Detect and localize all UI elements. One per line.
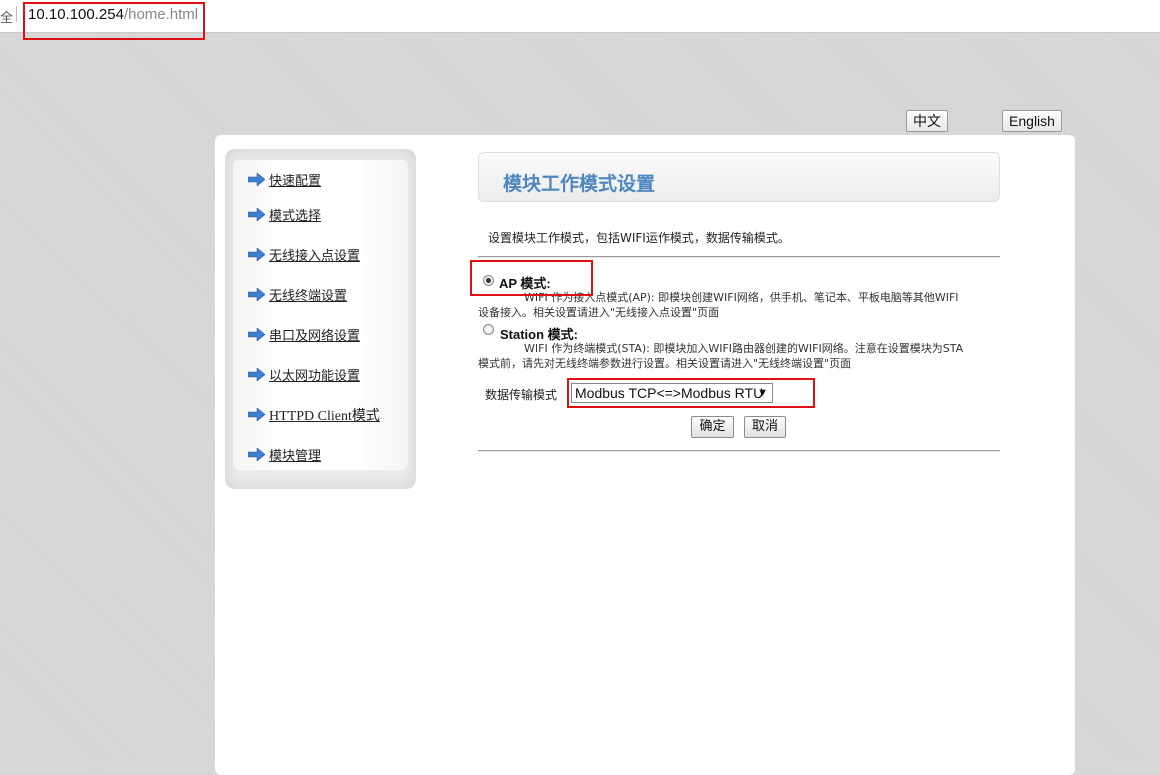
station-mode-radio[interactable] (483, 324, 494, 335)
url-highlight-box (23, 2, 205, 40)
arrow-right-icon (248, 368, 265, 381)
divider-bottom (478, 450, 1000, 452)
address-divider (16, 6, 17, 22)
page-description: 设置模块工作模式，包括WIFI运作模式，数据传输模式。 (488, 231, 790, 245)
content-header: 模块工作模式设置 (478, 152, 1000, 202)
sidebar-item-label: 快速配置 (269, 174, 322, 189)
confirm-button[interactable]: 确定 (691, 416, 734, 438)
transfer-mode-highlight-box (567, 378, 815, 408)
arrow-right-icon (248, 248, 265, 261)
sidebar-item-label: 串口及网络设置 (269, 329, 361, 344)
page-title: 模块工作模式设置 (503, 173, 656, 195)
arrow-right-icon (248, 288, 265, 301)
ap-mode-desc-line2: 设备接入。相关设置请进入"无线接入点设置"页面 (478, 306, 720, 319)
cancel-button[interactable]: 取消 (744, 416, 786, 438)
arrow-right-icon (248, 173, 265, 186)
browser-address-bar: 全 10.10.100.254/home.html (0, 0, 1160, 40)
arrow-right-icon (248, 208, 265, 221)
arrow-right-icon (248, 408, 265, 421)
ap-mode-highlight-box (470, 260, 593, 296)
station-mode-desc-line2: 模式前，请先对无线终端参数进行设置。相关设置请进入"无线终端设置"页面 (478, 357, 852, 370)
sidebar-item-label: 无线终端设置 (269, 289, 348, 304)
sidebar-item-label: 无线接入点设置 (269, 249, 361, 264)
arrow-right-icon (248, 328, 265, 341)
divider-top (478, 256, 1000, 258)
transfer-mode-label: 数据传输模式 (485, 388, 558, 402)
english-language-button[interactable]: English (1002, 110, 1062, 132)
station-mode-desc-line1: WIFI 作为终端模式(STA): 即模块加入WIFI路由器创建的WIFI网络。… (524, 342, 964, 355)
sidebar-item-label: 模块管理 (269, 449, 322, 464)
sidebar-item-label: 模式选择 (269, 209, 322, 224)
chinese-language-button[interactable]: 中文 (906, 110, 948, 132)
address-security-label: 全 (0, 11, 14, 26)
arrow-right-icon (248, 448, 265, 461)
sidebar-item-label: HTTPD Client模式 (269, 409, 380, 424)
sidebar-item-label: 以太网功能设置 (269, 369, 361, 384)
